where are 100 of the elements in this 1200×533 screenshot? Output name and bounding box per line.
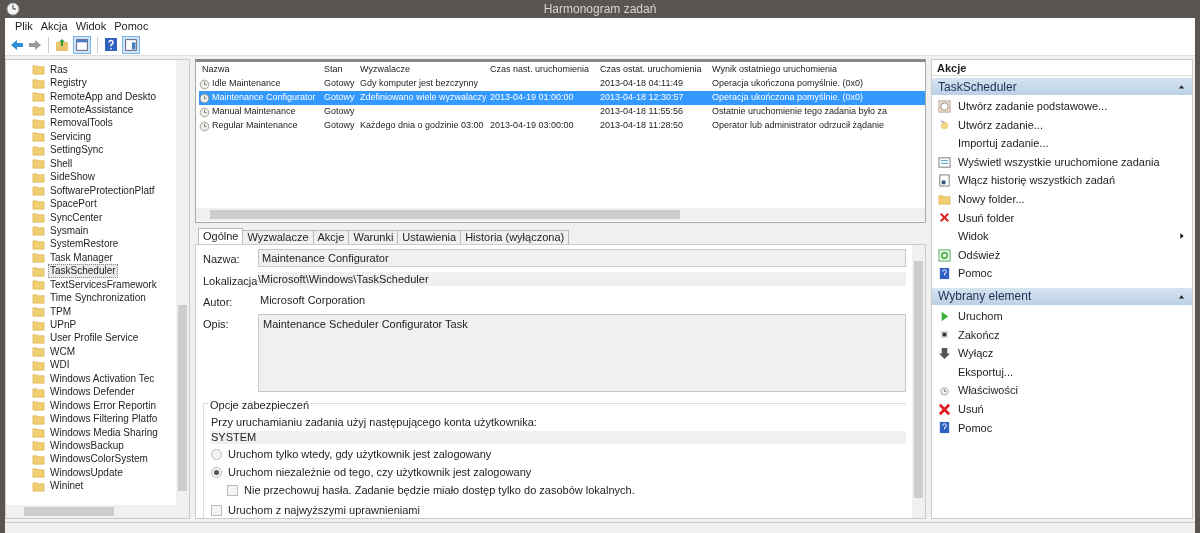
menu-item[interactable]: Plik — [11, 17, 37, 35]
tree-item[interactable]: SideShow — [48, 170, 98, 185]
action-item[interactable]: Usuń — [958, 400, 1186, 418]
tree-item[interactable]: Wininet — [48, 479, 86, 494]
tree-item[interactable]: UPnP — [48, 318, 79, 333]
tree-item[interactable]: WDI — [48, 358, 72, 373]
scrollbar[interactable] — [912, 245, 925, 518]
action-item[interactable]: Wyświetl wszystkie uruchomione zadania — [958, 153, 1186, 171]
radio-button[interactable] — [211, 467, 222, 478]
tree-item[interactable]: Windows Error Reportin — [48, 398, 159, 413]
action-item[interactable]: Zakończ — [958, 326, 1186, 344]
tree-item[interactable]: TaskScheduler — [48, 264, 118, 279]
tree-item[interactable]: WindowsUpdate — [48, 465, 125, 480]
tab[interactable]: Ustawienia — [397, 230, 462, 244]
tree-item[interactable]: Sysmain — [48, 223, 91, 238]
tree-item[interactable]: WindowsBackup — [48, 438, 126, 453]
account-field[interactable]: SYSTEM — [211, 431, 906, 444]
folder-icon — [32, 197, 45, 211]
tree-item[interactable]: SoftwareProtectionPlatf — [48, 183, 157, 198]
tree-item[interactable]: RemovalTools — [48, 116, 115, 131]
text-field[interactable]: Maintenance Configurator — [258, 249, 906, 267]
forward-arrow-icon[interactable] — [28, 38, 42, 51]
text-field[interactable]: Microsoft Corporation — [258, 293, 906, 307]
console-tree-icon[interactable] — [73, 35, 91, 54]
calendar-clock-icon — [938, 99, 951, 113]
table-row[interactable]: Idle Maintenance Gotowy Gdy komputer jest bezczynny 2013-04-18 04:11:49 Operacja ukończona pomyślnie. (0x0) — [199, 77, 925, 91]
scrollbar[interactable] — [196, 208, 925, 221]
tree-item[interactable]: Task Manager — [48, 250, 115, 265]
tree-item[interactable]: WCM — [48, 344, 77, 359]
help-icon — [938, 421, 951, 435]
tree-item[interactable]: Windows Filtering Platfo — [48, 412, 160, 427]
tab[interactable]: Warunki — [348, 230, 399, 244]
action-item[interactable]: Uruchom — [958, 308, 1186, 325]
radio-button[interactable] — [211, 449, 222, 460]
tree-item[interactable]: SystemRestore — [48, 237, 121, 252]
tab[interactable]: Ogólne — [198, 228, 244, 244]
tree-item[interactable]: Windows Defender — [48, 385, 137, 400]
column-header[interactable]: Czas nast. uruchomienia — [490, 63, 600, 77]
tree-item[interactable]: SyncCenter — [48, 210, 105, 225]
column-header[interactable]: Czas ostat. uruchomienia — [600, 63, 712, 77]
tree-item[interactable]: RemoteAssistance — [48, 103, 136, 118]
table-row[interactable]: Regular Maintenance Gotowy Każdego dnia o godzinie 03:00 2013-04-19 03:00:00 2013-04-18 11:28:50 Operator lub administrator odrzucił żądanie — [199, 119, 925, 133]
help-icon[interactable] — [104, 37, 118, 52]
tab[interactable]: Historia (wyłączona) — [460, 230, 570, 244]
section-header[interactable]: Wybrany element — [932, 287, 1192, 305]
action-item[interactable]: Włącz historię wszystkich zadań — [958, 172, 1186, 189]
action-item[interactable]: Importuj zadanie... — [958, 135, 1186, 152]
action-item[interactable]: Widok — [958, 228, 1171, 245]
action-item[interactable]: Usuń folder — [958, 209, 1186, 227]
folder-icon — [32, 251, 45, 265]
text-field[interactable]: \Microsoft\Windows\TaskScheduler — [258, 271, 906, 286]
column-header[interactable]: Stan — [324, 63, 360, 77]
radio-label: Uruchom niezależnie od tego, czy użytkownik jest zalogowany — [228, 465, 532, 481]
tree-item[interactable]: WindowsColorSystem — [48, 452, 150, 467]
tree-item[interactable]: Shell — [48, 156, 75, 171]
action-item[interactable]: Utwórz zadanie podstawowe... — [958, 98, 1186, 115]
tree-item[interactable]: User Profile Service — [48, 331, 141, 346]
folder-icon — [32, 76, 45, 90]
menu-item[interactable]: Akcja — [36, 17, 72, 35]
table-row[interactable]: Manual Maintenance Gotowy 2013-04-18 11:55:56 Ostatnie uruchomienie tego zadania było za — [199, 105, 925, 119]
column-header[interactable]: Wynik ostatniego uruchomienia — [712, 63, 925, 77]
back-arrow-icon[interactable] — [10, 38, 24, 51]
action-item[interactable]: Wyłącz — [958, 345, 1186, 362]
tab[interactable]: Wyzwalacze — [242, 230, 314, 244]
text-field[interactable]: Maintenance Scheduler Configurator Task — [258, 313, 906, 392]
tree-item[interactable]: Time Synchronization — [48, 291, 148, 306]
tree-item[interactable]: Windows Media Sharing — [48, 425, 160, 440]
section-title: Wybrany element — [938, 288, 1032, 306]
field-label: Opis: — [203, 316, 230, 332]
column-header[interactable]: Nazwa — [202, 63, 324, 77]
table-cell-text: Operacja ukończona pomyślnie. (0x0) — [712, 77, 865, 91]
pane-title: Akcje — [932, 60, 1192, 76]
action-item[interactable]: Pomoc — [958, 419, 1186, 437]
scrollbar[interactable] — [6, 505, 189, 518]
tree-item[interactable]: Ras — [48, 62, 70, 77]
tree-item[interactable]: Registry — [48, 76, 89, 91]
column-header[interactable]: Wyzwalacze — [360, 63, 490, 77]
checkbox[interactable] — [227, 485, 238, 496]
folder-up-icon[interactable] — [55, 37, 69, 52]
table-cell-text: 2013-04-19 03:00:00 — [490, 119, 575, 133]
action-item[interactable]: Utwórz zadanie... — [958, 116, 1186, 134]
section-header[interactable]: TaskScheduler — [932, 78, 1192, 95]
tree-item[interactable]: TPM — [48, 304, 74, 319]
action-item[interactable]: Eksportuj... — [958, 363, 1186, 381]
tree-item[interactable]: SettingSync — [48, 143, 106, 158]
tree-item[interactable]: RemoteApp and Deskto — [48, 89, 159, 104]
tree-item[interactable]: SpacePort — [48, 197, 99, 212]
tree-item[interactable]: Servicing — [48, 129, 94, 144]
action-item[interactable]: Pomoc — [958, 265, 1186, 282]
tree-item[interactable]: Windows Activation Tec — [48, 371, 157, 386]
checkbox[interactable] — [211, 505, 222, 516]
action-item[interactable]: Właściwości — [958, 382, 1186, 399]
action-item[interactable]: Odśwież — [958, 246, 1186, 264]
action-pane-icon[interactable] — [122, 35, 140, 54]
table-cell-text: 2013-04-18 11:28:50 — [600, 119, 684, 133]
menu-item[interactable]: Pomoc — [110, 17, 153, 35]
scrollbar[interactable] — [176, 60, 189, 505]
menu-item[interactable]: Widok — [71, 17, 111, 35]
tree-item[interactable]: TextServicesFramework — [48, 277, 159, 292]
action-item[interactable]: Nowy folder... — [958, 191, 1186, 208]
